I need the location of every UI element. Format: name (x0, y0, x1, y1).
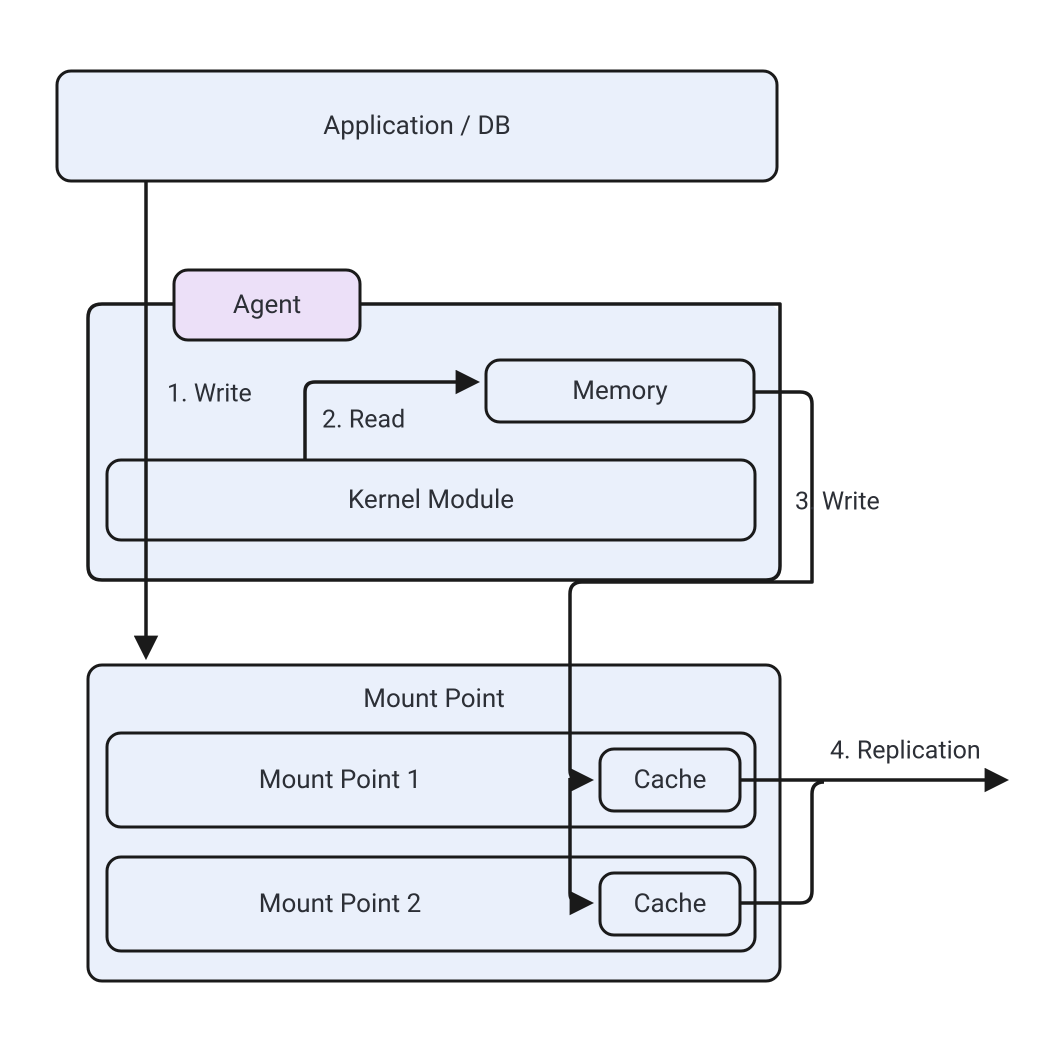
agent-label: Agent (233, 290, 301, 320)
kernel-module-label: Kernel Module (348, 485, 514, 515)
cache-1-label: Cache (634, 765, 707, 795)
mount-point-group-label: Mount Point (363, 684, 504, 714)
edge-write-3-label: 3. Write (795, 488, 880, 517)
mount-point-1-label: Mount Point 1 (259, 765, 422, 795)
mount-point-2-label: Mount Point 2 (259, 889, 422, 919)
memory-label: Memory (572, 376, 667, 406)
edge-write-1-label: 1. Write (167, 380, 252, 409)
edge-read-2-label: 2. Read (322, 406, 405, 435)
application-db-label: Application / DB (323, 111, 510, 141)
architecture-diagram: Application / DB Agent Memory Kernel Mod… (0, 0, 1050, 1046)
cache-2-label: Cache (634, 889, 707, 919)
edge-replication-label: 4. Replication (830, 737, 981, 766)
